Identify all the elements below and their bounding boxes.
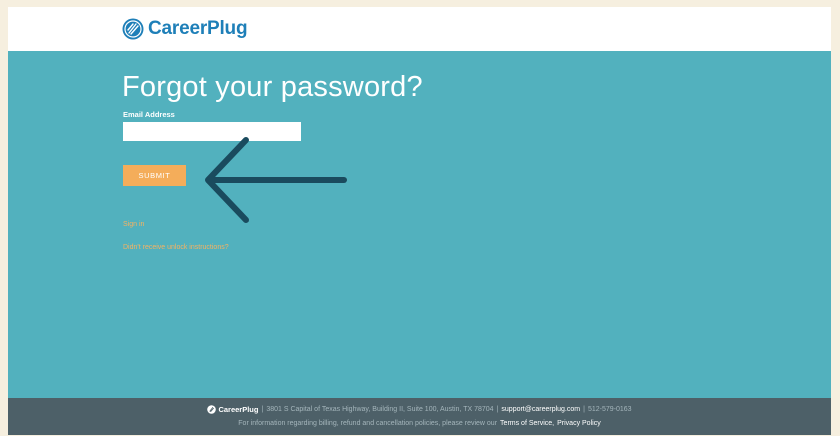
- site-header: CareerPlug: [8, 7, 831, 51]
- logo-text: CareerPlug: [148, 18, 248, 39]
- email-label: Email Address: [123, 110, 175, 119]
- footer-phone: 512-579-0163: [587, 406, 632, 413]
- footer-logo[interactable]: CareerPlug: [207, 405, 258, 414]
- page-title: Forgot your password?: [122, 71, 423, 103]
- sign-in-link[interactable]: Sign in: [123, 221, 144, 228]
- site-footer: CareerPlug | 3801 S Capital of Texas Hig…: [8, 398, 831, 435]
- privacy-policy-link[interactable]: Privacy Policy: [557, 420, 601, 427]
- footer-separator: |: [261, 406, 264, 413]
- footer-separator: |: [583, 406, 585, 413]
- unlock-instructions-link[interactable]: Didn't receive unlock instructions?: [123, 244, 229, 251]
- footer-contact-line: CareerPlug | 3801 S Capital of Texas Hig…: [8, 405, 831, 414]
- footer-separator: |: [496, 406, 499, 413]
- page-frame: CareerPlug Forgot your password? Email A…: [8, 7, 831, 435]
- footer-comma: ,: [552, 420, 555, 427]
- careerplug-logo-icon: [207, 405, 217, 414]
- terms-of-service-link[interactable]: Terms of Service: [500, 420, 552, 427]
- submit-button[interactable]: SUBMIT: [123, 165, 186, 186]
- footer-logo-text: CareerPlug: [218, 405, 259, 414]
- arrow-left-annotation-icon: [205, 137, 347, 223]
- careerplug-logo-icon: [122, 18, 144, 40]
- footer-policy-text: For information regarding billing, refun…: [238, 420, 498, 427]
- footer-address: 3801 S Capital of Texas Highway, Buildin…: [266, 406, 494, 413]
- careerplug-logo[interactable]: CareerPlug: [122, 17, 248, 41]
- footer-policy-line: For information regarding billing, refun…: [8, 420, 831, 427]
- support-email-link[interactable]: support@careerplug.com: [501, 406, 580, 413]
